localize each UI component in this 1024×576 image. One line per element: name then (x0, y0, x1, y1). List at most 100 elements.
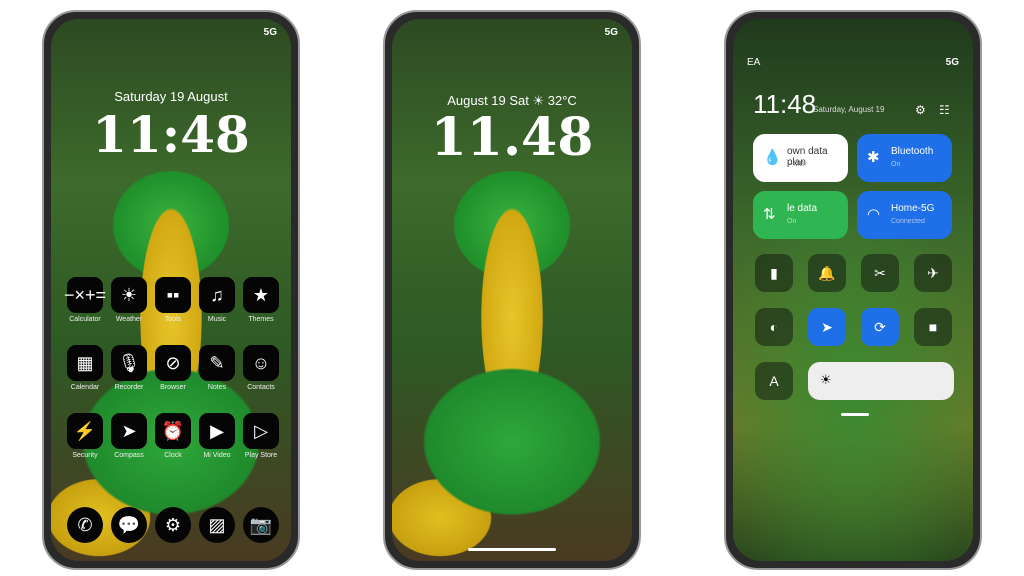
app-calendar[interactable]: ▦ Calendar (63, 345, 107, 391)
compass-icon: ➤ (111, 413, 147, 449)
weather-icon: ☀ (111, 277, 147, 313)
gallery-icon: ▨ (199, 507, 235, 543)
app-label: Mi Video (203, 452, 231, 459)
app-security[interactable]: ⚡ Security (63, 413, 107, 459)
dock-gallery[interactable]: ▨ (195, 507, 239, 543)
clock: 11:48 (753, 89, 817, 119)
browser-icon: ⊘ (155, 345, 191, 381)
clock: 11:48 (92, 105, 250, 164)
tile-le-data[interactable]: ⇅ le data On (753, 191, 848, 239)
phone-home-screen: 5G Saturday 19 August 11:48 −×+= Calculat… (42, 10, 300, 570)
status-bar: 5G (263, 27, 277, 38)
app-calculator[interactable]: −×+= Calculator (63, 277, 107, 323)
brightness-icon: ☀ (820, 372, 832, 387)
edit-toggles-icon[interactable]: ☷ (939, 103, 950, 117)
dock-messages[interactable]: 💬 (107, 507, 151, 543)
app-music[interactable]: ♫ Music (195, 277, 239, 323)
app-themes[interactable]: ★ Themes (239, 277, 283, 323)
app-recorder[interactable]: 🎙 Recorder (107, 345, 151, 391)
status-bar: 5G (945, 57, 959, 68)
date: Saturday, August 19 (813, 105, 885, 114)
app-grid: −×+= Calculator ☀ Weather ▪▪ Tools ♫ Music ★ Them… (63, 277, 283, 459)
tile-status: On (891, 161, 901, 168)
dark-mode-icon: ◐ (769, 319, 779, 335)
app-label: Browser (160, 384, 186, 391)
app-label: Music (207, 316, 227, 323)
app-clock[interactable]: ⏰ Clock (151, 413, 195, 459)
tile-icon: ✱ (867, 149, 880, 166)
app-tools[interactable]: ▪▪ Tools (151, 277, 195, 323)
app-label: Notes (207, 384, 227, 391)
rotation-lock-icon: ⟳ (874, 318, 886, 335)
app-mi-video[interactable]: ▶ Mi Video (195, 413, 239, 459)
home-indicator[interactable] (468, 548, 556, 551)
font-size-button[interactable]: A (755, 362, 793, 400)
notes-icon: ✎ (199, 345, 235, 381)
tile-status: -- MB (787, 161, 805, 168)
tile-status: On (787, 218, 797, 225)
phone-icon: ✆ (67, 507, 103, 543)
collapse-handle[interactable] (841, 413, 869, 416)
settings-icon[interactable]: ⚙ (915, 103, 926, 117)
home-screen: 5G Saturday 19 August 11:48 −×+= Calculat… (51, 19, 291, 561)
app-play-store[interactable]: ▷ Play Store (239, 413, 283, 459)
settings-icon: ⚙ (155, 507, 191, 543)
tile-icon: ⇅ (763, 206, 776, 223)
dock: ✆ 💬 ⚙ ▨ 📷 (63, 507, 283, 543)
screenshot-toggle[interactable]: ✂ (861, 254, 899, 292)
rotation-lock-toggle[interactable]: ⟳ (861, 308, 899, 346)
app-label: Contacts (247, 384, 275, 391)
app-notes[interactable]: ✎ Notes (195, 345, 239, 391)
phone-control-center: EA 5G 11:48 Saturday, August 19 ⚙ ☷ 💧 own… (724, 10, 982, 570)
tile-status: Connected (891, 218, 925, 225)
airplane-toggle[interactable]: ✈ (914, 254, 952, 292)
app-contacts[interactable]: ☺ Contacts (239, 345, 283, 391)
app-label: Calculator (69, 316, 101, 323)
app-weather[interactable]: ☀ Weather (107, 277, 151, 323)
messages-icon: 💬 (111, 507, 147, 543)
location-toggle[interactable]: ➤ (808, 308, 846, 346)
screen-record-icon: ■ (928, 319, 938, 335)
flashlight-icon: ▮ (770, 264, 778, 281)
brightness-slider[interactable]: ☀ (808, 362, 954, 400)
tile-title: Home-5G (891, 203, 935, 214)
tools-icon: ▪▪ (155, 277, 191, 313)
app-label: Themes (248, 316, 274, 323)
notifications-toggle[interactable]: 🔔 (808, 254, 846, 292)
calculator-icon: −×+= (64, 277, 106, 313)
music-icon: ♫ (199, 277, 235, 313)
flashlight-toggle[interactable]: ▮ (755, 254, 793, 292)
themes-icon: ★ (243, 277, 279, 313)
status-bar: 5G (604, 27, 618, 38)
app-label: Play Store (244, 452, 278, 459)
camera-icon: 📷 (243, 507, 279, 543)
notifications-icon: 🔔 (818, 264, 836, 281)
lock-screen: 5G August 19 Sat ☀ 32°C 11.48 (392, 19, 632, 561)
tile-own-data-plan[interactable]: 💧 own data plan -- MB (753, 134, 848, 182)
tile-icon: ◠ (867, 206, 881, 223)
airplane-icon: ✈ (927, 264, 939, 281)
app-compass[interactable]: ➤ Compass (107, 413, 151, 459)
contacts-icon: ☺ (243, 345, 279, 381)
calendar-icon: ▦ (67, 345, 103, 381)
app-label: Recorder (114, 384, 144, 391)
carrier: EA (747, 57, 761, 68)
date: Saturday 19 August (114, 89, 228, 104)
recorder-icon: 🎙 (111, 345, 147, 381)
control-center: EA 5G 11:48 Saturday, August 19 ⚙ ☷ 💧 own… (733, 19, 973, 561)
dark-mode-toggle[interactable]: ◐ (755, 308, 793, 346)
clock: 11.48 (430, 107, 594, 168)
dock-settings[interactable]: ⚙ (151, 507, 195, 543)
mi-video-icon: ▶ (199, 413, 235, 449)
app-label: Weather (115, 316, 143, 323)
screen-record-toggle[interactable]: ■ (914, 308, 952, 346)
app-label: Compass (114, 452, 144, 459)
security-icon: ⚡ (67, 413, 103, 449)
app-label: Calendar (70, 384, 100, 391)
dock-camera[interactable]: 📷 (239, 507, 283, 543)
clock-icon: ⏰ (155, 413, 191, 449)
tile-home-5g[interactable]: ◠ Home-5G Connected (857, 191, 952, 239)
dock-phone[interactable]: ✆ (63, 507, 107, 543)
app-browser[interactable]: ⊘ Browser (151, 345, 195, 391)
tile-bluetooth[interactable]: ✱ Bluetooth On (857, 134, 952, 182)
